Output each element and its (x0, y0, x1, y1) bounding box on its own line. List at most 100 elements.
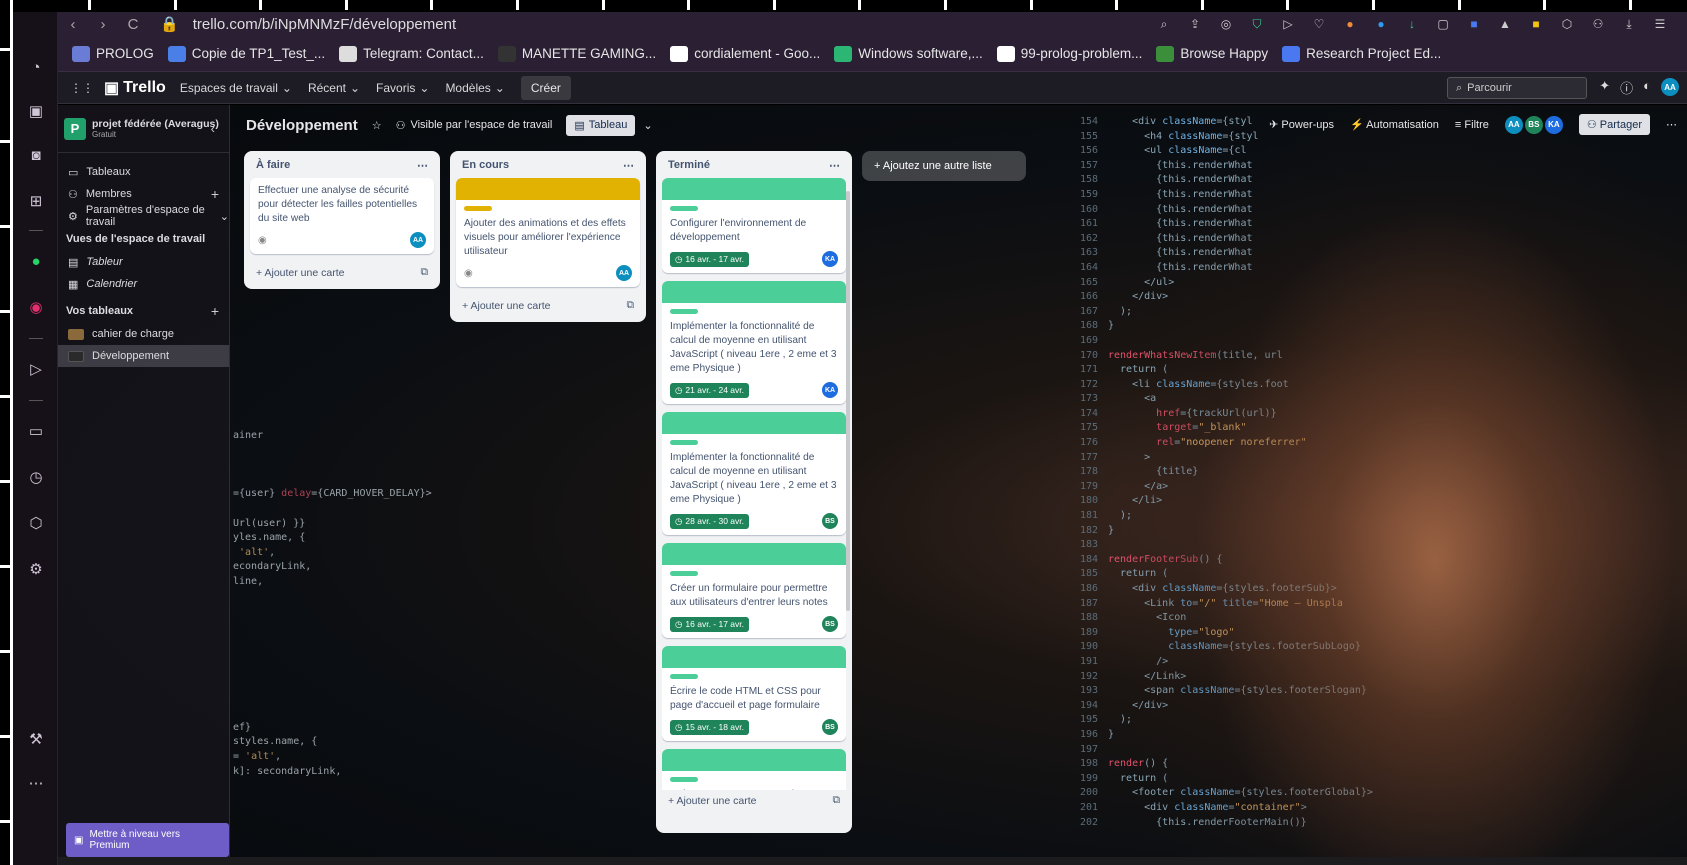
card[interactable]: Écrire le code HTML et CSS pour page d'a… (662, 646, 846, 741)
sidebar-item-calendar-view[interactable]: ▦ Calendrier (58, 273, 229, 295)
avatar[interactable]: AA (1504, 115, 1523, 134)
tool-icon[interactable]: ⚒ (25, 728, 47, 750)
list-title[interactable]: En cours (462, 159, 509, 172)
search-icon[interactable]: ⌕ (1155, 15, 1173, 33)
add-member-icon[interactable]: + (211, 186, 219, 202)
fox-icon[interactable]: ● (1341, 15, 1359, 33)
avatar[interactable]: AA (410, 232, 426, 248)
list-menu-icon[interactable]: ⋯ (829, 159, 840, 172)
bookmark-item[interactable]: MANETTE GAMING... (497, 45, 656, 62)
copy-icon[interactable]: ▢ (1434, 15, 1452, 33)
theme-icon[interactable]: ◐ (1643, 78, 1651, 97)
list-title[interactable]: À faire (256, 159, 290, 172)
avatar[interactable]: KA (822, 251, 838, 267)
visibility-button[interactable]: ⚇ Visible par l'espace de travail (396, 119, 553, 132)
card-label[interactable] (670, 206, 698, 211)
card-label[interactable] (670, 571, 698, 576)
add-card-button[interactable]: + Ajouter une carte (462, 300, 550, 312)
card-label[interactable] (670, 440, 698, 445)
card-label[interactable] (464, 206, 492, 211)
card-label[interactable] (670, 674, 698, 679)
whatsapp-icon[interactable]: ● (25, 250, 47, 272)
filter-button[interactable]: ≡ Filtre (1455, 119, 1489, 131)
template-icon[interactable]: ⧉ (627, 299, 635, 312)
shield-icon[interactable]: ⛉ (1248, 15, 1266, 33)
list-title[interactable]: Terminé (668, 159, 710, 172)
sidebar-item-table-view[interactable]: ▤ Tableur (58, 251, 229, 273)
arrow-box-icon[interactable]: ■ (1465, 15, 1483, 33)
bookmark-item[interactable]: Windows software,... (834, 45, 983, 62)
reload-button[interactable]: C (118, 16, 148, 33)
avatar[interactable]: BS (1524, 115, 1543, 134)
create-button[interactable]: Créer (520, 75, 571, 100)
chip-icon[interactable]: ⊞ (25, 190, 47, 212)
send-icon[interactable]: ▷ (1279, 15, 1297, 33)
card[interactable]: Implémenter la fonctionnalité de calcul … (662, 281, 846, 404)
back-button[interactable]: ‹ (58, 16, 88, 33)
menu-favorites[interactable]: Favoris ⌄ (376, 81, 429, 95)
heart-icon[interactable]: ♡ (1310, 15, 1328, 33)
card[interactable]: Effectuer une analyse de sécurité pour d… (250, 178, 434, 254)
cast-icon[interactable]: ▭ (25, 420, 47, 442)
download-icon[interactable]: ⤓ (1620, 15, 1638, 33)
address-input[interactable]: trello.com/b/iNpMNMzF/développement (193, 16, 456, 33)
speed-icon[interactable]: ◔ (25, 56, 47, 78)
upgrade-premium-button[interactable]: ▣ Mettre à niveau vers Premium (66, 823, 229, 857)
card[interactable]: Configurer l'environnement de développem… (662, 178, 846, 273)
trello-logo[interactable]: ▣ Trello (104, 78, 166, 98)
more-icon[interactable]: ⋯ (1666, 118, 1677, 131)
settings-icon[interactable]: ⚙ (25, 558, 47, 580)
card-label[interactable] (670, 309, 698, 314)
menu-templates[interactable]: Modèles ⌄ (445, 81, 504, 95)
add-card-button[interactable]: + Ajouter une carte (668, 795, 756, 807)
clock-icon[interactable]: ◷ (25, 466, 47, 488)
sidebar-item-members[interactable]: ⚇ Membres + (58, 183, 229, 205)
bookmark-item[interactable]: Copie de TP1_Test_... (167, 45, 325, 62)
profile-icon[interactable]: ⚇ (1589, 15, 1607, 33)
avatar[interactable]: KA (822, 382, 838, 398)
download-arrow-icon[interactable]: ↓ (1403, 15, 1421, 33)
template-icon[interactable]: ⧉ (421, 266, 429, 279)
board-view-button[interactable]: ▤ Tableau (566, 114, 636, 136)
menu-workspaces[interactable]: Espaces de travail ⌄ (180, 81, 292, 95)
share-icon[interactable]: ⇪ (1186, 15, 1204, 33)
list-menu-icon[interactable]: ⋯ (417, 159, 428, 172)
sidebar-item-boards[interactable]: ▭ Tableaux (58, 161, 229, 183)
automation-button[interactable]: ⚡ Automatisation (1350, 118, 1439, 131)
add-board-icon[interactable]: + (211, 303, 219, 319)
list-scrollbar[interactable] (846, 191, 850, 611)
sidebar-item-settings[interactable]: ⚙ Paramètres d'espace de travail ⌄ (58, 204, 229, 228)
sidebar-board-item-active[interactable]: Développement (58, 345, 229, 367)
card-label[interactable] (670, 777, 698, 782)
workspace-header[interactable]: P projet fédérée (Averagus) Gratuit ‹ (58, 105, 229, 153)
bookmark-item[interactable]: cordialement - Goo... (670, 45, 820, 62)
cube-icon[interactable]: ⬡ (25, 512, 47, 534)
camera-icon[interactable]: ◎ (1217, 15, 1235, 33)
avatar[interactable]: AA (616, 265, 632, 281)
box-icon[interactable]: ⬡ (1558, 15, 1576, 33)
menu-icon[interactable]: ☰ (1651, 15, 1669, 33)
star-icon[interactable]: ☆ (372, 119, 382, 132)
sidebar-board-item[interactable]: cahier de charge (58, 323, 229, 345)
notes-icon[interactable]: ■ (1527, 15, 1545, 33)
card[interactable]: Implémenter la fonctionnalité de calcul … (662, 412, 846, 535)
twitch-icon[interactable]: ◙ (25, 144, 47, 166)
avatar[interactable]: AA (1661, 78, 1679, 96)
due-date-badge[interactable]: ◷ 28 avr. - 30 avr. (670, 513, 750, 529)
collapse-sidebar-icon[interactable]: ‹ (211, 121, 215, 136)
play-icon[interactable]: ▷ (25, 358, 47, 380)
avatar[interactable]: BS (822, 513, 838, 529)
add-card-button[interactable]: + Ajouter une carte (256, 267, 344, 279)
due-date-badge[interactable]: ◷ 16 avr. - 17 avr. (670, 251, 750, 267)
due-date-badge[interactable]: ◷ 15 avr. - 18 avr. (670, 719, 750, 735)
forward-button[interactable]: › (88, 16, 118, 33)
instagram-icon[interactable]: ◉ (25, 296, 47, 318)
megaphone-icon[interactable]: ✦ (1599, 78, 1610, 97)
menu-recent[interactable]: Récent ⌄ (308, 81, 360, 95)
add-list-button[interactable]: + Ajoutez une autre liste (862, 151, 1026, 181)
more-icon[interactable]: ⋯ (25, 772, 47, 794)
bookmark-item[interactable]: PROLOG (72, 45, 154, 62)
due-date-badge[interactable]: ◷ 21 avr. - 24 avr. (670, 382, 750, 398)
template-icon[interactable]: ⧉ (833, 794, 841, 807)
card[interactable]: Ajouter des animations et des effets vis… (456, 178, 640, 287)
